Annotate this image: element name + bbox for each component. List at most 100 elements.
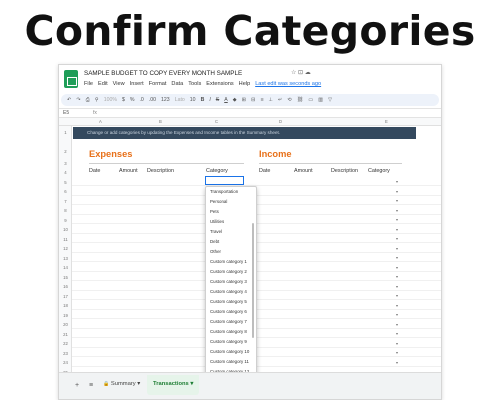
row-number[interactable]: 13 [59, 256, 72, 261]
wrap-icon[interactable]: ↵ [278, 97, 282, 103]
italic-button[interactable]: I [209, 97, 210, 103]
last-edit-link[interactable]: Last edit was seconds ago [255, 81, 321, 87]
menu-extensions[interactable]: Extensions [206, 81, 233, 87]
decrease-decimal-button[interactable]: .0 [139, 97, 143, 103]
font-size-input[interactable]: 10 [190, 97, 196, 103]
row-number[interactable]: 3 [59, 161, 72, 166]
chevron-down-icon[interactable]: ▾ [396, 274, 398, 279]
column-header-c[interactable]: C [215, 119, 218, 124]
menu-edit[interactable]: Edit [98, 81, 108, 87]
strikethrough-button[interactable]: S [216, 97, 219, 103]
chevron-down-icon[interactable]: ▾ [396, 208, 398, 213]
bold-button[interactable]: B [201, 97, 205, 103]
dropdown-option[interactable]: Travel [210, 229, 222, 234]
row-number[interactable]: 17 [59, 294, 72, 299]
row-number[interactable]: 21 [59, 332, 72, 337]
menu-data[interactable]: Data [171, 81, 183, 87]
chevron-down-icon[interactable]: ▾ [396, 265, 398, 270]
row-number[interactable]: 2 [59, 149, 72, 154]
document-title[interactable]: SAMPLE BUDGET TO COPY EVERY MONTH SAMPLE [84, 70, 242, 77]
increase-decimal-button[interactable]: .00 [149, 97, 156, 103]
dropdown-scrollbar[interactable] [252, 223, 254, 338]
row-number[interactable]: 11 [59, 237, 72, 242]
currency-format-button[interactable]: $ [122, 97, 125, 103]
chevron-down-icon[interactable]: ▾ [396, 284, 398, 289]
menu-insert[interactable]: Insert [130, 81, 144, 87]
rotate-icon[interactable]: ⟲ [287, 97, 291, 103]
menu-file[interactable]: File [84, 81, 93, 87]
column-header-e[interactable]: E [385, 119, 388, 124]
dropdown-option[interactable]: Debt [210, 239, 219, 244]
text-color-button[interactable]: A [224, 97, 227, 103]
valign-icon[interactable]: ⊥ [268, 97, 273, 103]
row-number[interactable]: 15 [59, 275, 72, 280]
row-number[interactable]: 9 [59, 218, 72, 223]
all-sheets-button[interactable]: ≡ [89, 382, 93, 389]
dropdown-option[interactable]: Custom category 2 [210, 269, 247, 274]
menu-help[interactable]: Help [239, 81, 251, 87]
tab-transactions[interactable]: Transactions ▾ [147, 375, 200, 395]
chevron-down-icon[interactable]: ▾ [396, 293, 398, 298]
row-number[interactable]: 7 [59, 199, 72, 204]
chevron-down-icon[interactable]: ▾ [396, 179, 398, 184]
comment-icon[interactable]: ▭ [308, 97, 313, 103]
chevron-down-icon[interactable]: ▾ [396, 331, 398, 336]
chart-icon[interactable]: ▥ [318, 97, 323, 103]
dropdown-option[interactable]: Other [210, 249, 221, 254]
link-icon[interactable]: ⛓ [297, 97, 304, 103]
chevron-down-icon[interactable]: ▾ [396, 341, 398, 346]
menu-view[interactable]: View [113, 81, 125, 87]
redo-icon[interactable]: ↷ [76, 97, 80, 103]
dropdown-option[interactable]: Custom category 10 [210, 349, 249, 354]
chevron-down-icon[interactable]: ▾ [396, 246, 398, 251]
row-number[interactable]: 6 [59, 189, 72, 194]
zoom-select[interactable]: 100% [104, 97, 117, 103]
chevron-down-icon[interactable]: ▾ [396, 255, 398, 260]
percent-format-button[interactable]: % [130, 97, 135, 103]
row-number[interactable]: 10 [59, 227, 72, 232]
merge-icon[interactable]: ⊟ [251, 97, 255, 103]
chevron-down-icon[interactable]: ▾ [396, 303, 398, 308]
paint-format-icon[interactable]: ⚲ [95, 97, 99, 103]
row-number[interactable]: 23 [59, 351, 72, 356]
row-number[interactable]: 24 [59, 360, 72, 365]
dropdown-option[interactable]: Custom category 3 [210, 279, 247, 284]
dropdown-option[interactable]: Custom category 8 [210, 329, 247, 334]
row-number[interactable]: 1 [59, 130, 72, 135]
fill-color-icon[interactable]: ◆ [233, 97, 237, 103]
dropdown-option[interactable]: Custom category 7 [210, 319, 247, 324]
filter-icon[interactable]: ▽ [328, 97, 332, 103]
tab-summary[interactable]: 🔒 Summary ▾ [103, 381, 140, 387]
row-number[interactable]: 4 [59, 170, 72, 175]
dropdown-option[interactable]: Custom category 1 [210, 259, 247, 264]
row-number[interactable]: 20 [59, 322, 72, 327]
row-number[interactable]: 18 [59, 303, 72, 308]
chevron-down-icon[interactable]: ▾ [396, 312, 398, 317]
selected-category-cell[interactable] [205, 176, 244, 185]
font-select[interactable]: Lato [175, 97, 185, 103]
align-icon[interactable]: ≡ [260, 97, 263, 103]
chevron-down-icon[interactable]: ▾ [396, 236, 398, 241]
chevron-down-icon[interactable]: ▾ [396, 217, 398, 222]
menu-tools[interactable]: Tools [188, 81, 201, 87]
dropdown-option[interactable]: Custom category 6 [210, 309, 247, 314]
print-icon[interactable]: ⎙ [86, 97, 90, 104]
dropdown-option[interactable]: Custom category 5 [210, 299, 247, 304]
chevron-down-icon[interactable]: ▾ [396, 360, 398, 365]
chevron-down-icon[interactable]: ▾ [396, 189, 398, 194]
dropdown-option[interactable]: Custom category 4 [210, 289, 247, 294]
dropdown-option[interactable]: Personal [210, 199, 227, 204]
row-number[interactable]: 8 [59, 208, 72, 213]
row-number[interactable]: 5 [59, 180, 72, 185]
star-move-cloud-icons[interactable]: ☆ ⊡ ☁ [291, 69, 311, 76]
name-box[interactable]: E5 [63, 110, 69, 116]
undo-icon[interactable]: ↶ [67, 97, 71, 103]
dropdown-option[interactable]: Custom category 9 [210, 339, 247, 344]
add-sheet-button[interactable]: + [75, 382, 79, 389]
row-number[interactable]: 14 [59, 265, 72, 270]
row-number[interactable]: 19 [59, 313, 72, 318]
dropdown-option[interactable]: Pets [210, 209, 219, 214]
chevron-down-icon[interactable]: ▾ [396, 227, 398, 232]
dropdown-option[interactable]: Transportation [210, 189, 238, 194]
row-number[interactable]: 16 [59, 284, 72, 289]
